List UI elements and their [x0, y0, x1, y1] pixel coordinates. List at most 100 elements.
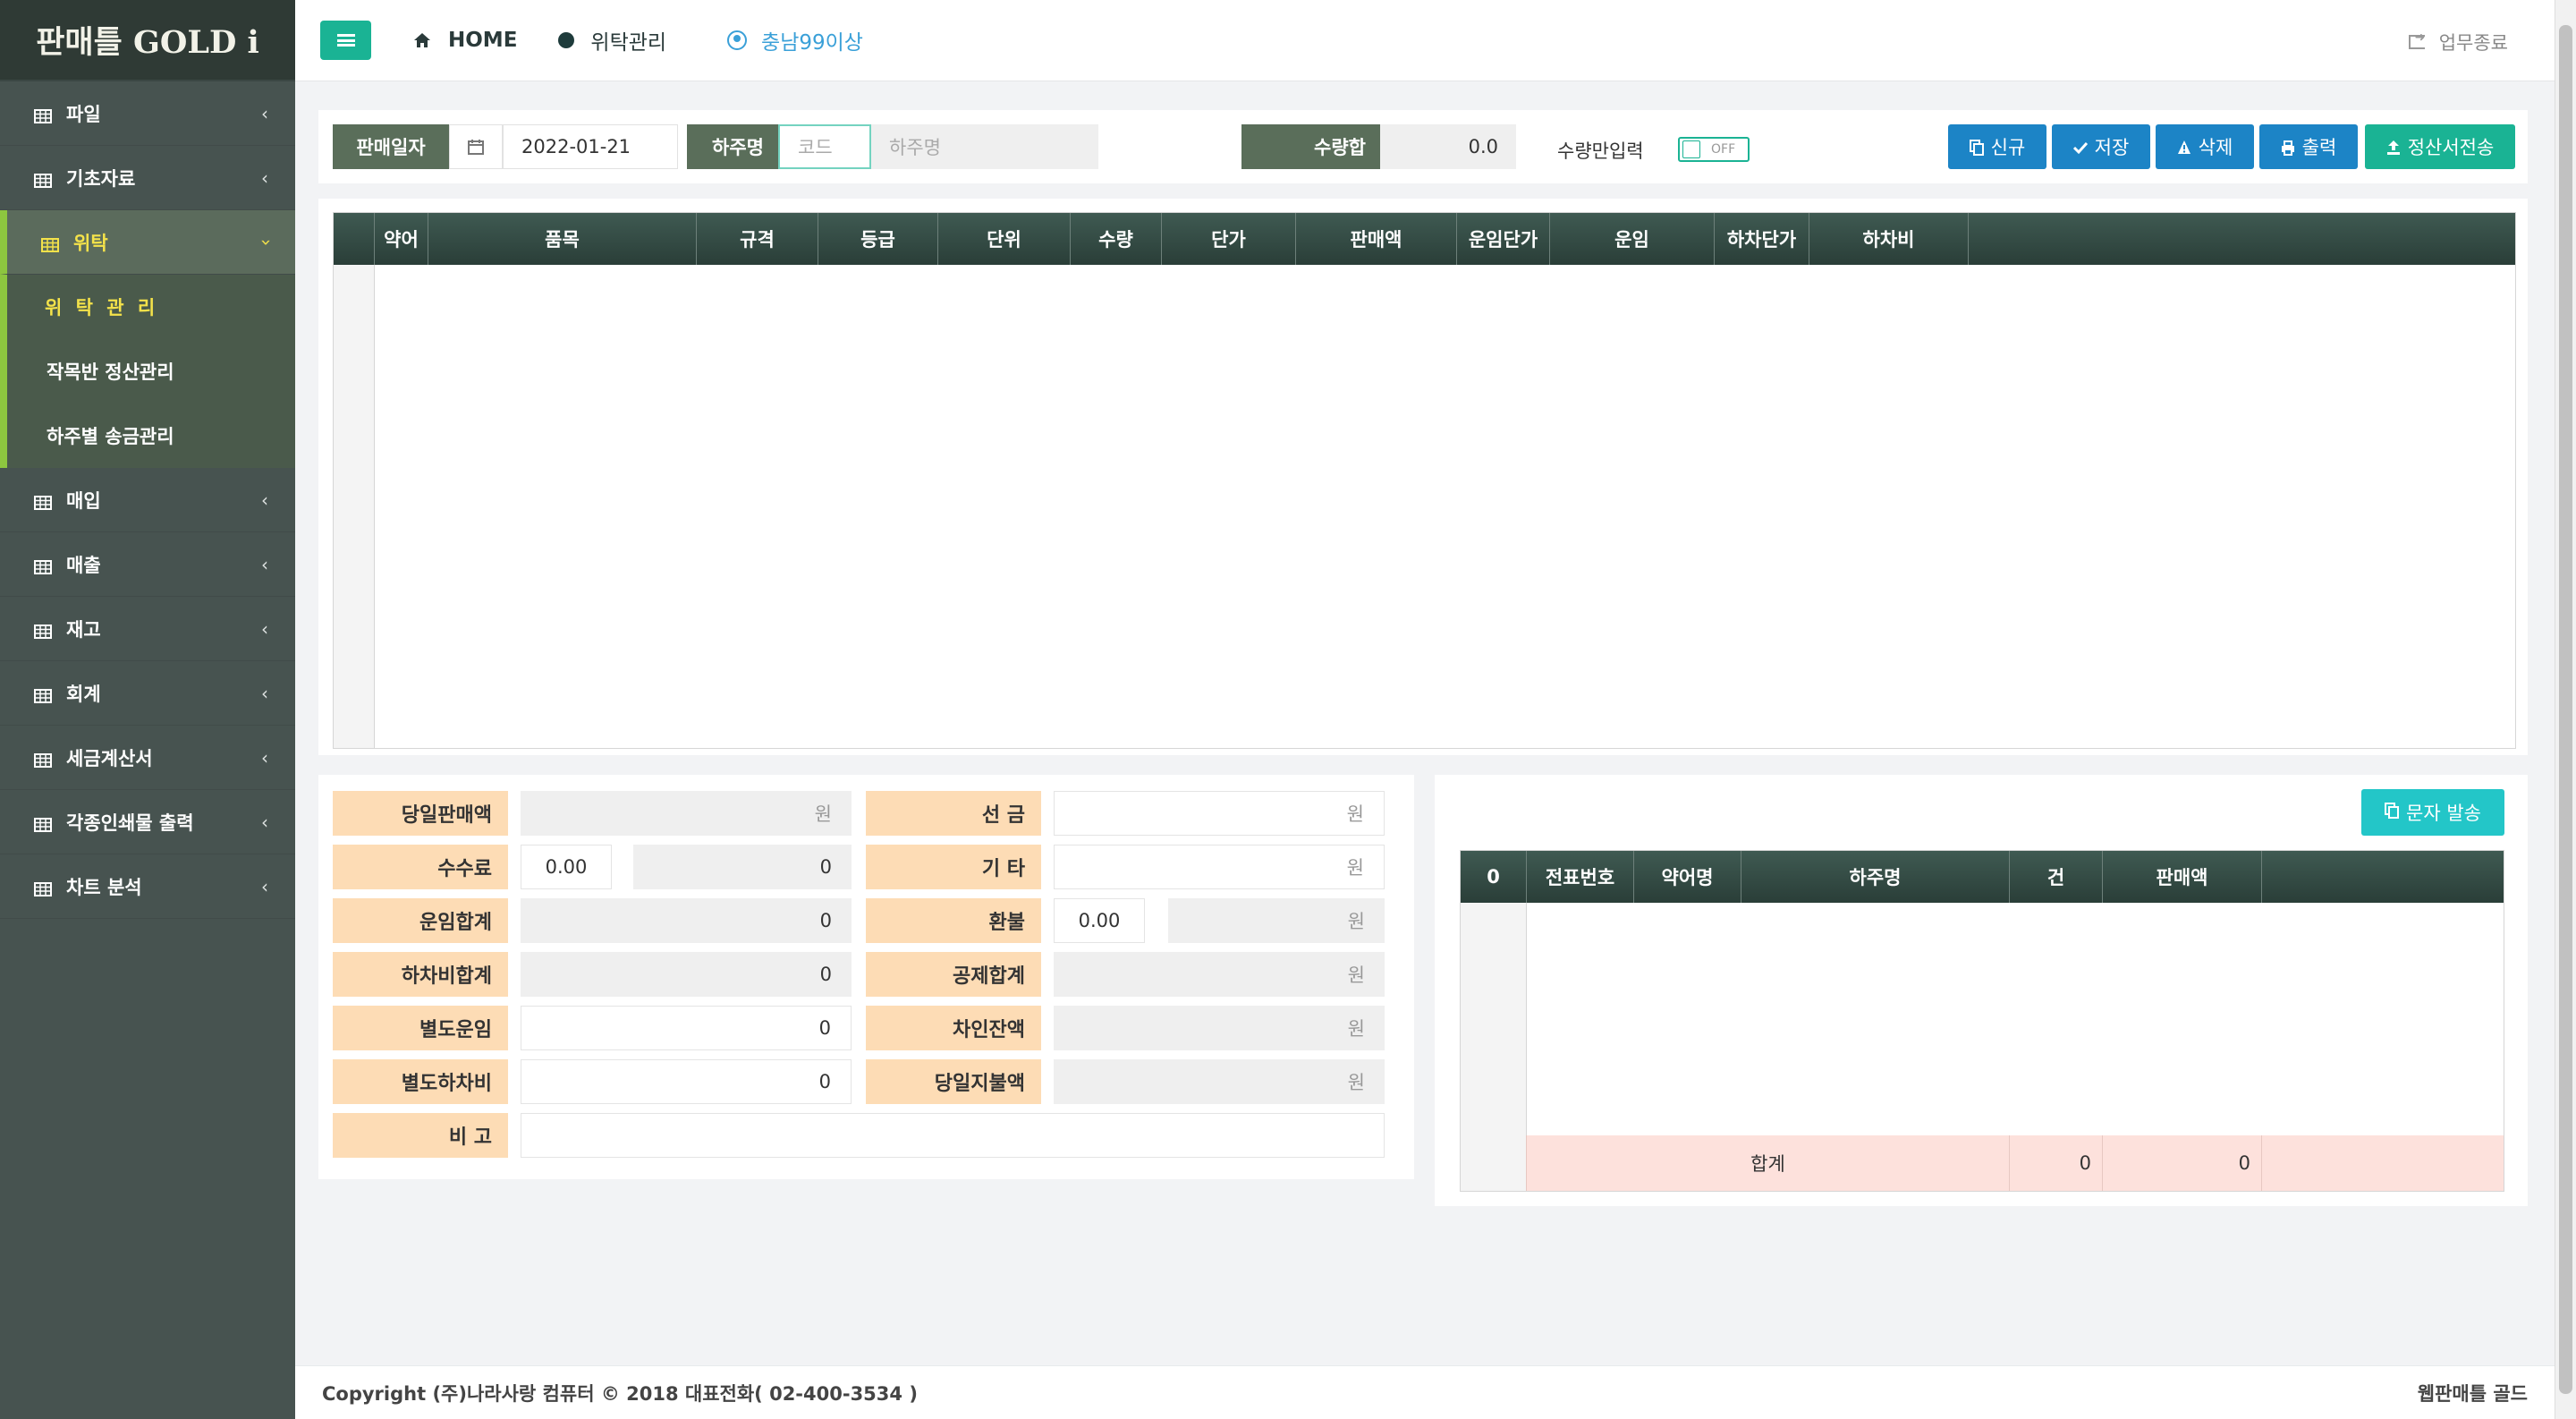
consignment-grid-panel: 약어 품목 규격 등급 단위 수량 단가 판매액 운임단가 운임 하차단가 하차… — [318, 199, 2528, 755]
scrollbar-thumb[interactable] — [2559, 25, 2572, 1394]
freight-total-label: 운임합계 — [333, 898, 508, 943]
save-button[interactable]: 저장 — [2052, 124, 2150, 169]
col-slip-no[interactable]: 전표번호 — [1527, 851, 1634, 903]
commission-rate-input[interactable]: 0.00 — [521, 845, 612, 889]
current-page-link[interactable]: 위탁관리 — [558, 25, 666, 55]
row-header-column — [1461, 903, 1527, 1135]
shipper-code-input[interactable]: 코드 — [778, 124, 871, 169]
extra-unload-input[interactable]: 0 — [521, 1059, 852, 1104]
new-button[interactable]: 신규 — [1948, 124, 2046, 169]
sidebar-item-file[interactable]: 파일 ‹ — [0, 81, 295, 146]
sidebar-item-label: 기초자료 — [66, 167, 136, 190]
grid-header: 약어 품목 규격 등급 단위 수량 단가 판매액 운임단가 운임 하차단가 하차… — [334, 213, 2515, 265]
header-filler — [1969, 213, 2515, 265]
memo-input[interactable] — [521, 1113, 1385, 1158]
unload-total-label: 하차비합계 — [333, 952, 508, 997]
hamburger-icon — [336, 34, 355, 47]
extra-freight-input[interactable]: 0 — [521, 1006, 852, 1050]
sidebar-item-tax-invoice[interactable]: 세금계산서 ‹ — [0, 726, 295, 790]
sidebar-subitem-consignment-management[interactable]: 위 탁 관 리 — [0, 275, 295, 339]
menu-toggle-button[interactable] — [320, 21, 371, 60]
sidebar-item-chart-analysis[interactable]: 차트 분석 ‹ — [0, 854, 295, 919]
table-icon — [34, 751, 52, 768]
col-sales-amount[interactable]: 판매액 — [2103, 851, 2262, 903]
col-spec[interactable]: 규격 — [697, 213, 818, 265]
print-button[interactable]: 출력 — [2259, 124, 2358, 169]
header-filler — [2262, 851, 2504, 903]
shipper-name-input[interactable]: 하주명 — [871, 124, 1098, 169]
current-page-label: 위탁관리 — [590, 31, 667, 55]
chevron-left-icon: ‹ — [261, 618, 268, 640]
sidebar-item-label: 파일 — [66, 103, 101, 125]
calendar-icon — [468, 140, 484, 155]
col-abbr-name[interactable]: 약어명 — [1634, 851, 1741, 903]
send-sms-button[interactable]: 문자 발송 — [2361, 789, 2504, 836]
col-freight-rate[interactable]: 운임단가 — [1457, 213, 1550, 265]
col-unit[interactable]: 단위 — [938, 213, 1071, 265]
other-input[interactable]: 원 — [1054, 845, 1385, 889]
footer: Copyright (주)나라사랑 컴퓨터 © 2018 대표전화( 02-40… — [295, 1365, 2555, 1419]
delete-button[interactable]: 삭제 — [2156, 124, 2254, 169]
sidebar-item-label: 세금계산서 — [66, 747, 153, 769]
chevron-down-icon: ‹ — [254, 239, 275, 246]
daily-sales-label: 당일판매액 — [333, 791, 508, 836]
extra-freight-label: 별도운임 — [333, 1006, 508, 1050]
sidebar-item-basic-data[interactable]: 기초자료 ‹ — [0, 146, 295, 210]
top-navbar: HOME 위탁관리 충남99이상 업무종료 — [295, 0, 2555, 81]
col-sales[interactable]: 판매액 — [1296, 213, 1457, 265]
calendar-button[interactable] — [449, 124, 503, 169]
sidebar-item-inventory[interactable]: 재고 ‹ — [0, 597, 295, 661]
home-icon — [412, 31, 432, 49]
chevron-left-icon: ‹ — [261, 811, 268, 833]
logout-link[interactable]: 업무종료 — [2408, 29, 2508, 55]
send-statement-button-label: 정산서전송 — [2407, 137, 2495, 158]
check-icon — [2072, 139, 2088, 155]
col-shipper-name[interactable]: 하주명 — [1741, 851, 2010, 903]
user-link[interactable]: 충남99이상 — [727, 25, 863, 55]
advance-input[interactable]: 원 — [1054, 791, 1385, 836]
chevron-left-icon: ‹ — [261, 683, 268, 704]
col-cases[interactable]: 건 — [2010, 851, 2103, 903]
col-freight[interactable]: 운임 — [1550, 213, 1715, 265]
sidebar-item-accounting[interactable]: 회계 ‹ — [0, 661, 295, 726]
col-unload-fee[interactable]: 하차비 — [1809, 213, 1969, 265]
balance-value: 원 — [1054, 1006, 1385, 1050]
refund-rate-input[interactable]: 0.00 — [1054, 898, 1145, 943]
qty-sum-value: 0.0 — [1380, 124, 1516, 169]
sale-date-label: 판매일자 — [333, 124, 449, 169]
send-statement-button[interactable]: 정산서전송 — [2365, 124, 2515, 169]
sidebar-item-consignment[interactable]: 위탁 ‹ — [0, 210, 295, 275]
home-link[interactable]: HOME — [412, 29, 517, 52]
copy-icon — [2385, 802, 2400, 823]
user-icon — [727, 30, 748, 50]
total-filler — [2262, 1135, 2504, 1191]
sidebar-subitem-group-settlement[interactable]: 작목반 정산관리 — [0, 339, 295, 404]
col-unload-rate[interactable]: 하차단가 — [1715, 213, 1809, 265]
sidebar-item-purchase[interactable]: 매입 ‹ — [0, 468, 295, 532]
col-abbr[interactable]: 약어 — [375, 213, 428, 265]
page-scrollbar[interactable] — [2555, 0, 2576, 1419]
chevron-left-icon: ‹ — [261, 167, 268, 189]
app-logo[interactable]: 판매틀 GOLD i — [0, 0, 295, 81]
sidebar-item-print-output[interactable]: 각종인쇄물 출력 ‹ — [0, 790, 295, 854]
copyright-text: Copyright (주)나라사랑 컴퓨터 © 2018 대표전화( 02-40… — [322, 1382, 918, 1405]
sidebar-subitem-shipper-remittance[interactable]: 하주별 송금관리 — [0, 404, 295, 468]
user-name: 충남99이상 — [761, 31, 863, 55]
memo-label: 비 고 — [333, 1113, 508, 1158]
sidebar-item-label: 각종인쇄물 출력 — [66, 811, 194, 834]
table-icon — [34, 493, 52, 510]
col-unit-price[interactable]: 단가 — [1162, 213, 1296, 265]
col-item[interactable]: 품목 — [428, 213, 697, 265]
sms-panel: 문자 발송 0 전표번호 약어명 하주명 건 판매액 합계 0 0 — [1435, 775, 2528, 1206]
qty-only-toggle[interactable]: OFF — [1678, 137, 1750, 162]
chevron-left-icon: ‹ — [261, 747, 268, 769]
col-grade[interactable]: 등급 — [818, 213, 938, 265]
col-qty[interactable]: 수량 — [1071, 213, 1162, 265]
sidebar-item-label: 위탁 — [73, 232, 108, 254]
sale-date-input[interactable]: 2022-01-21 — [503, 124, 678, 169]
toggle-state: OFF — [1711, 142, 1736, 157]
sms-grid: 0 전표번호 약어명 하주명 건 판매액 합계 0 0 — [1460, 850, 2504, 1192]
home-label: HOME — [448, 29, 518, 52]
sidebar-item-sales[interactable]: 매출 ‹ — [0, 532, 295, 597]
sign-out-icon — [2408, 30, 2425, 49]
